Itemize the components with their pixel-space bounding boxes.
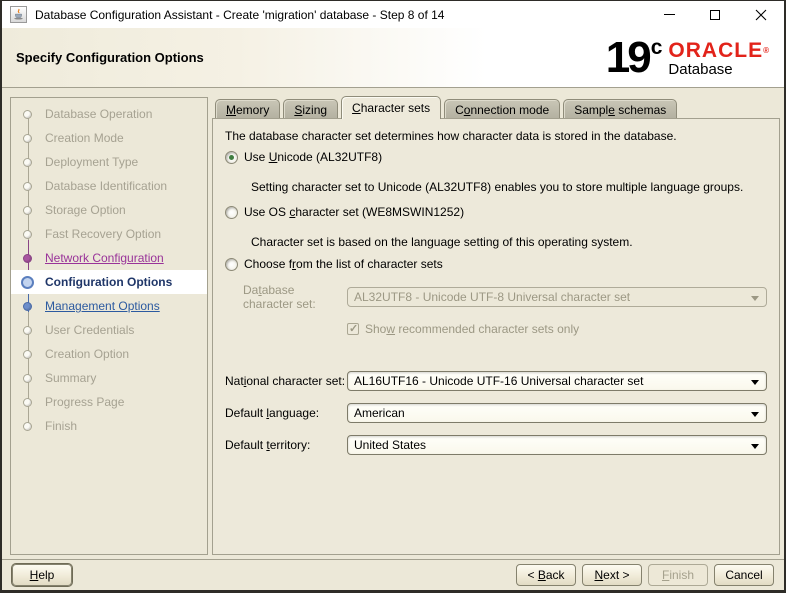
- show-recommended-row: Show recommended character sets only: [347, 322, 767, 336]
- button-bar: Help < Back Next > Finish Cancel: [2, 559, 784, 590]
- step-dot: [23, 326, 32, 335]
- national-charset-row: National character set: AL16UTF16 - Unic…: [225, 371, 767, 391]
- maximize-icon: [710, 10, 720, 20]
- radio-button-icon[interactable]: [225, 206, 238, 219]
- oracle-wordmark: ORACLE®: [668, 41, 770, 61]
- step-deployment-type: Deployment Type: [11, 150, 207, 174]
- close-icon: [755, 9, 767, 21]
- database-charset-select: AL32UTF8 - Unicode UTF-8 Universal chara…: [347, 287, 767, 307]
- step-progress-page: Progress Page: [11, 390, 207, 414]
- step-fast-recovery-option: Fast Recovery Option: [11, 222, 207, 246]
- tab-connection-mode[interactable]: Connection mode: [444, 99, 560, 119]
- default-language-label: Default language:: [225, 406, 347, 420]
- default-language-select[interactable]: American: [347, 403, 767, 423]
- back-button[interactable]: < Back: [516, 564, 576, 586]
- step-dot-next: [23, 302, 32, 311]
- step-dot: [23, 182, 32, 191]
- tab-character-sets[interactable]: Character sets: [341, 96, 441, 119]
- java-app-icon: [10, 6, 27, 23]
- registered-mark-icon: ®: [763, 46, 770, 55]
- step-configuration-options: Configuration Options: [11, 270, 207, 294]
- maximize-button[interactable]: [692, 1, 738, 28]
- step-dot: [23, 350, 32, 359]
- window-title: Database Configuration Assistant - Creat…: [35, 8, 444, 22]
- radio-use-unicode[interactable]: Use Unicode (AL32UTF8): [225, 150, 767, 164]
- logo-product: Database: [668, 61, 770, 78]
- step-storage-option: Storage Option: [11, 198, 207, 222]
- nav-buttons: < Back Next > Finish Cancel: [516, 564, 774, 586]
- character-sets-panel: The database character set determines ho…: [212, 118, 780, 555]
- step-finish: Finish: [11, 414, 207, 438]
- next-button[interactable]: Next >: [582, 564, 642, 586]
- default-territory-label: Default territory:: [225, 438, 347, 452]
- tab-bar: Memory Sizing Character sets Connection …: [212, 96, 677, 119]
- logo-edition: c: [651, 37, 663, 58]
- show-recommended-checkbox: [347, 323, 359, 335]
- radio-use-os-charset[interactable]: Use OS character set (WE8MSWIN1252): [225, 205, 767, 219]
- step-dot: [23, 134, 32, 143]
- national-charset-select[interactable]: AL16UTF16 - Unicode UTF-16 Universal cha…: [347, 371, 767, 391]
- titlebar: Database Configuration Assistant - Creat…: [2, 1, 784, 28]
- minimize-button[interactable]: [646, 1, 692, 28]
- oracle-19c-logo: 19 c ORACLE® Database: [606, 34, 770, 82]
- step-user-credentials: User Credentials: [11, 318, 207, 342]
- unicode-description: Setting character set to Unicode (AL32UT…: [251, 180, 767, 194]
- default-territory-select[interactable]: United States: [347, 435, 767, 455]
- charset-intro-text: The database character set determines ho…: [225, 129, 767, 143]
- step-dot: [23, 110, 32, 119]
- database-charset-label: Database character set:: [243, 283, 347, 311]
- page-title: Specify Configuration Options: [16, 50, 204, 65]
- step-database-operation: Database Operation: [11, 102, 207, 126]
- step-dot: [23, 374, 32, 383]
- step-dot: [23, 230, 32, 239]
- step-dot-visited: [23, 254, 32, 263]
- help-button[interactable]: Help: [12, 564, 72, 586]
- step-creation-option: Creation Option: [11, 342, 207, 366]
- step-dot: [23, 158, 32, 167]
- database-charset-row: Database character set: AL32UTF8 - Unico…: [225, 283, 767, 311]
- tab-sample-schemas[interactable]: Sample schemas: [563, 99, 677, 119]
- step-summary: Summary: [11, 366, 207, 390]
- logo-version: 19: [606, 34, 649, 82]
- step-database-identification: Database Identification: [11, 174, 207, 198]
- national-charset-label: National character set:: [225, 374, 347, 388]
- tab-memory[interactable]: Memory: [215, 99, 280, 119]
- step-creation-mode: Creation Mode: [11, 126, 207, 150]
- step-dot: [23, 398, 32, 407]
- radio-button-icon[interactable]: [225, 151, 238, 164]
- step-dot-current: [21, 276, 34, 289]
- close-button[interactable]: [738, 1, 784, 28]
- radio-button-icon[interactable]: [225, 258, 238, 271]
- default-language-row: Default language: American: [225, 403, 767, 423]
- wizard-header: Specify Configuration Options 19 c ORACL…: [2, 28, 784, 88]
- dbca-window: Database Configuration Assistant - Creat…: [0, 0, 786, 593]
- radio-choose-from-list[interactable]: Choose from the list of character sets: [225, 257, 767, 271]
- step-dot: [23, 206, 32, 215]
- finish-button: Finish: [648, 564, 708, 586]
- cancel-button[interactable]: Cancel: [714, 564, 774, 586]
- step-management-options[interactable]: Management Options: [11, 294, 207, 318]
- os-charset-description: Character set is based on the language s…: [251, 235, 767, 249]
- window-controls: [646, 1, 784, 28]
- tab-sizing[interactable]: Sizing: [283, 99, 338, 119]
- step-dot: [23, 422, 32, 431]
- default-territory-row: Default territory: United States: [225, 435, 767, 455]
- step-network-configuration[interactable]: Network Configuration: [11, 246, 207, 270]
- wizard-steps-panel: Database Operation Creation Mode Deploym…: [10, 97, 208, 555]
- minimize-icon: [664, 14, 675, 15]
